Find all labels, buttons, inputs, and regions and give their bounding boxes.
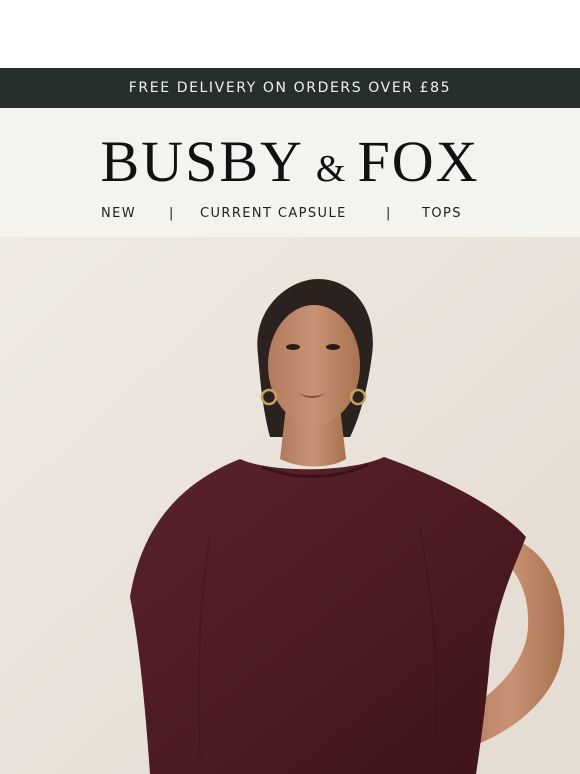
nav-item-tops[interactable]: TOPS — [422, 206, 462, 221]
site-header: BUSBY & FOX NEW | CURRENT CAPSULE | TOPS — [0, 108, 580, 237]
nav-separator: | — [386, 206, 392, 221]
main-nav: NEW | CURRENT CAPSULE | TOPS — [0, 206, 580, 224]
promo-text: FREE DELIVERY ON ORDERS OVER £85 — [128, 80, 452, 96]
model-eye — [286, 344, 300, 350]
hero-image[interactable] — [0, 237, 580, 774]
logo-word-fox: FOX — [357, 129, 480, 194]
promo-banner[interactable]: FREE DELIVERY ON ORDERS OVER £85 — [0, 68, 580, 108]
nav-item-new[interactable]: NEW — [101, 206, 136, 221]
logo-word-busby: BUSBY — [100, 129, 304, 194]
model-face — [268, 305, 360, 425]
top-spacer — [0, 0, 580, 68]
hero-illustration — [0, 237, 580, 774]
logo-ampersand: & — [315, 148, 346, 190]
brand-logo[interactable]: BUSBY & FOX — [0, 133, 580, 191]
model-eye — [326, 344, 340, 350]
nav-separator: | — [169, 206, 175, 221]
nav-item-current-capsule[interactable]: CURRENT CAPSULE — [200, 206, 347, 221]
model-top — [130, 457, 526, 774]
